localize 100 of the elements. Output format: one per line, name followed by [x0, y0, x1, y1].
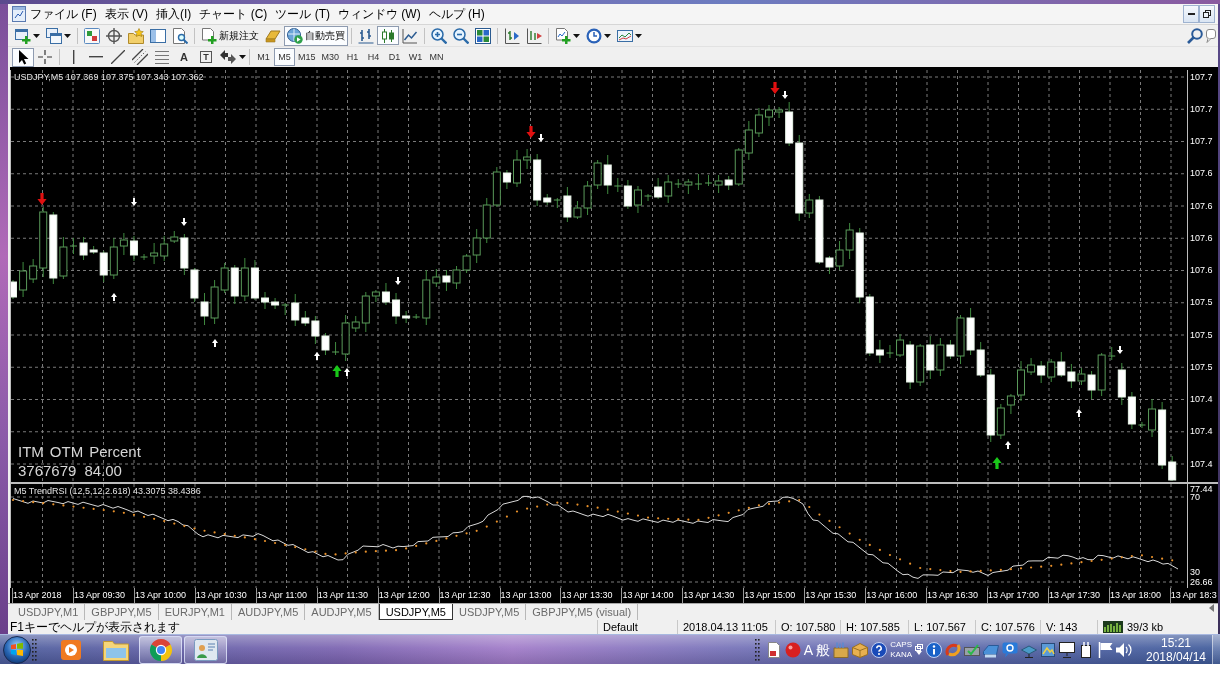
zoom-in-icon[interactable]	[431, 27, 447, 44]
timeframe-button[interactable]: M1	[253, 48, 274, 66]
menu-item[interactable]: ヘルプ (H)	[424, 4, 489, 24]
menu-item[interactable]: チャート (C)	[195, 4, 272, 24]
small-window-icon[interactable]	[915, 644, 923, 651]
ime-script-text[interactable]: 般	[816, 641, 831, 658]
minimize-button[interactable]	[1183, 5, 1199, 23]
start-button[interactable]	[2, 635, 32, 664]
status-text: 39/3 kb	[1127, 620, 1164, 634]
clock-time[interactable]: 15:21	[1161, 635, 1191, 650]
timeframe-button[interactable]: M15	[295, 48, 319, 66]
search-icon[interactable]	[1187, 27, 1203, 44]
tile-grid-icon[interactable]	[475, 27, 491, 44]
target-icon[interactable]	[106, 27, 122, 44]
taskbar-app-button[interactable]	[139, 635, 182, 664]
time-label: 13 Apr 18:3	[1170, 589, 1217, 602]
auto-trading-button[interactable]: 自動売買	[284, 25, 348, 46]
auto-scroll-icon[interactable]	[526, 27, 542, 44]
square-blocks-icon[interactable]	[84, 27, 100, 44]
chart-shift-icon[interactable]	[504, 27, 520, 44]
ime-mode-text[interactable]: A	[803, 641, 814, 658]
price-label: 107.6	[1190, 265, 1213, 276]
circle-logo-icon	[148, 637, 173, 662]
price-label: 107.4	[1190, 458, 1213, 470]
timeframe-button[interactable]: M30	[318, 48, 343, 66]
show-desktop-button[interactable]	[1212, 635, 1220, 664]
text-tool-button[interactable]: A	[173, 47, 195, 67]
timeframe-button[interactable]: D1	[384, 48, 406, 66]
timeframe-button[interactable]: H4	[363, 48, 385, 66]
picture-icon[interactable]	[1040, 641, 1056, 658]
start-orb-icon	[3, 635, 31, 664]
horizontal-line-icon	[89, 56, 103, 58]
restore-button[interactable]	[1199, 5, 1215, 23]
flag-icon[interactable]	[1097, 641, 1113, 658]
indicator-plus-icon[interactable]	[555, 27, 571, 44]
crosshair-icon	[38, 50, 52, 64]
new-order-button[interactable]: 新規注文	[198, 25, 262, 46]
caret-icon[interactable]	[635, 33, 642, 38]
timeframe-button[interactable]: W1	[405, 48, 427, 66]
ball-icon[interactable]	[784, 641, 801, 658]
candlestick-icon	[380, 27, 396, 44]
taskbar-app-button[interactable]	[184, 635, 227, 664]
speech-bubble-icon[interactable]	[1206, 28, 1216, 43]
document-search-icon[interactable]	[172, 27, 188, 44]
time-label: 13 Apr 10:30	[195, 589, 247, 602]
timeframe-button[interactable]: H1	[342, 48, 364, 66]
price-label: 107.4	[1190, 426, 1213, 438]
timeframe-button[interactable]: M5	[274, 48, 295, 66]
time-label: 13 Apr 17:00	[988, 589, 1040, 602]
document-icon[interactable]	[765, 641, 782, 658]
status-text: F1キーでヘルプが表示されます	[10, 620, 180, 634]
speaker-icon[interactable]	[1116, 641, 1132, 658]
menu-item[interactable]: 表示 (V)	[100, 4, 152, 24]
tilted-block-icon[interactable]	[265, 27, 281, 44]
clock-date[interactable]: 2018/04/14	[1145, 649, 1207, 664]
price-label: 107.7	[1190, 103, 1213, 115]
swirl-icon[interactable]	[945, 641, 961, 658]
time-label: 13 Apr 09:30	[73, 589, 125, 602]
caret-icon[interactable]	[573, 33, 580, 38]
arrows-icon	[220, 49, 236, 65]
package-icon[interactable]	[852, 641, 869, 658]
folder-star-icon[interactable]	[128, 27, 144, 44]
chat-icon[interactable]	[1002, 641, 1018, 658]
kana-text: KANA	[890, 649, 912, 660]
drawing-tool-button[interactable]	[129, 47, 151, 67]
chart-type-button[interactable]	[377, 26, 399, 45]
status-text: L: 107.567	[914, 620, 966, 634]
grip-icon	[754, 638, 760, 661]
clock-icon[interactable]	[586, 27, 602, 44]
drawing-tool-button[interactable]	[12, 47, 34, 67]
cursor-icon	[17, 49, 29, 65]
plug-icon[interactable]	[1078, 641, 1094, 658]
caret-icon[interactable]	[64, 33, 71, 38]
time-label: 13 Apr 11:30	[317, 589, 369, 602]
menu-item[interactable]: 挿入(I)	[152, 4, 196, 24]
caret-icon[interactable]	[239, 55, 246, 59]
status-text: H: 107.585	[846, 620, 900, 634]
grip-icon	[32, 638, 37, 661]
caret-icon[interactable]	[604, 33, 611, 38]
windows-icon[interactable]	[46, 27, 62, 44]
time-label: 13 Apr 2018	[13, 589, 62, 602]
timeframe-button[interactable]: MN	[426, 48, 448, 66]
zoom-out-icon[interactable]	[453, 27, 469, 44]
chart-document-icon[interactable]	[12, 6, 26, 22]
price-label: 107.7	[1190, 71, 1213, 83]
menu-item[interactable]: ツール (T)	[271, 4, 334, 24]
panel-window-icon[interactable]	[150, 27, 166, 44]
info-icon[interactable]	[926, 641, 942, 658]
left-arrow-icon[interactable]	[1209, 604, 1214, 612]
menu-item[interactable]: ウィンドウ (W)	[334, 4, 425, 24]
monitor-icon[interactable]	[1059, 641, 1075, 658]
label-tool-button[interactable]: T	[195, 47, 217, 67]
time-label: 13 Apr 17:30	[1048, 589, 1100, 602]
price-label: 107.6	[1190, 232, 1213, 244]
chart-tab[interactable]: USDJPY,M5	[378, 604, 453, 620]
caret-icon[interactable]	[33, 33, 40, 38]
window-plus-icon[interactable]	[15, 27, 31, 44]
help-icon[interactable]	[871, 641, 888, 658]
template-icon[interactable]	[617, 27, 633, 44]
menu-item[interactable]: ファイル (F)	[26, 4, 101, 24]
